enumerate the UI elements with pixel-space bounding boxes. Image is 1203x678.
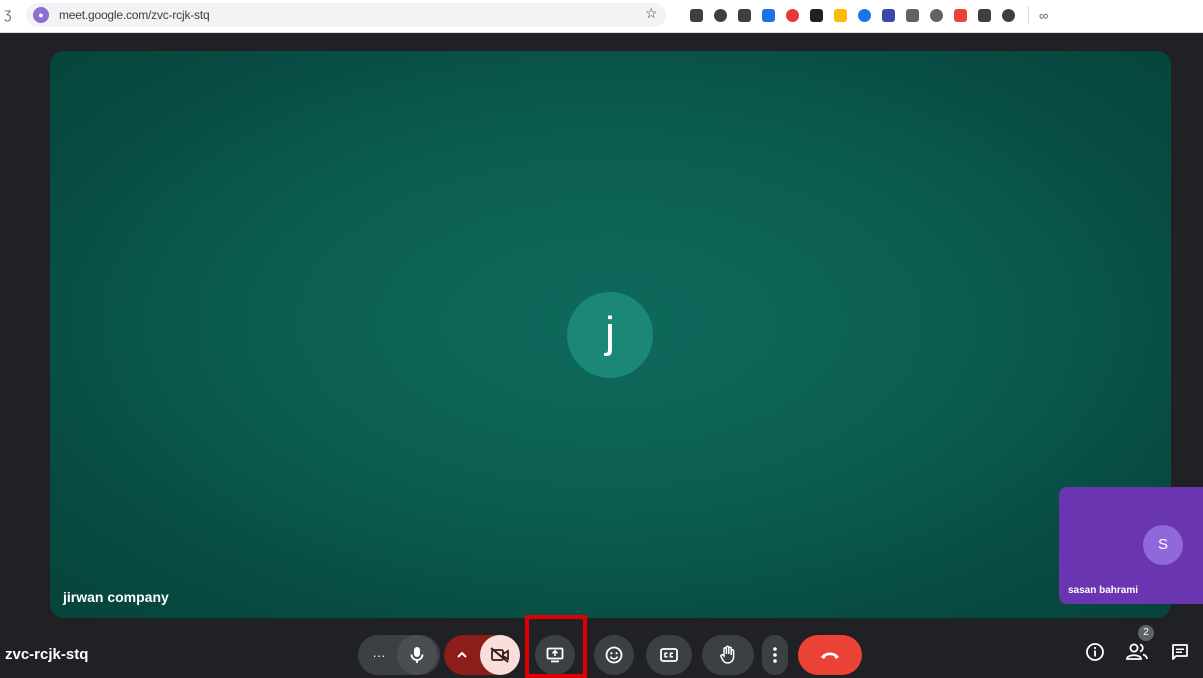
browser-extension-icon[interactable] (738, 8, 751, 22)
bookmark-star-icon[interactable]: ☆ (645, 5, 658, 22)
browser-extension-icon[interactable] (978, 8, 991, 22)
captions-icon (660, 648, 678, 662)
self-avatar: S (1143, 525, 1183, 565)
meeting-code: zvc-rcjk-stq (5, 646, 89, 663)
participant-avatar: j (567, 292, 653, 378)
browser-extension-icon[interactable] (690, 8, 703, 22)
browser-extension-icon[interactable] (954, 8, 967, 22)
reload-icon[interactable]: Ʒ (4, 8, 11, 22)
url-text[interactable]: meet.google.com/zvc-rcjk-stq (59, 8, 210, 22)
audio-control-group: ··· (358, 635, 440, 675)
chat-button[interactable] (1167, 641, 1193, 667)
participant-count-badge: 2 (1138, 625, 1154, 641)
more-options-icon[interactable]: ··· (361, 648, 397, 663)
profile-icon[interactable]: ∞ (1039, 8, 1048, 23)
self-participant-name: sasan bahrami (1068, 585, 1139, 596)
meeting-details-button[interactable] (1082, 641, 1108, 667)
end-call-button[interactable] (798, 635, 862, 675)
emoji-reaction-button[interactable] (594, 635, 634, 675)
chat-icon (1170, 642, 1190, 667)
camera-off-icon[interactable] (480, 635, 520, 675)
meeting-details-icon (1085, 642, 1105, 667)
site-info-icon[interactable]: ● (33, 7, 49, 23)
address-bar[interactable]: ● meet.google.com/zvc-rcjk-stq (26, 3, 666, 27)
participant-name: jirwan company (63, 589, 169, 605)
microphone-icon[interactable] (397, 635, 437, 675)
raise-hand-icon (719, 645, 737, 665)
self-view-tile[interactable]: S sasan bahrami (1059, 487, 1203, 604)
camera-options-chevron-icon[interactable] (444, 651, 480, 659)
camera-control-group (444, 635, 520, 675)
browser-extension-icon[interactable] (882, 8, 895, 22)
browser-extension-icon[interactable] (810, 8, 823, 22)
browser-extension-icon[interactable] (834, 8, 847, 22)
browser-extension-icon[interactable] (858, 8, 871, 22)
more-vert-icon (773, 647, 777, 663)
extension-toolbar: ∞ (690, 6, 1048, 24)
browser-extension-icon[interactable] (714, 8, 727, 22)
browser-toolbar: Ʒ ● meet.google.com/zvc-rcjk-stq ☆ ∞ (0, 0, 1203, 33)
browser-extension-icon[interactable] (906, 8, 919, 22)
toolbar-divider (1028, 6, 1029, 24)
more-options-button[interactable] (762, 635, 788, 675)
emoji-reaction-icon (605, 646, 623, 664)
captions-button[interactable] (646, 635, 692, 675)
highlight-box (525, 615, 587, 678)
browser-extension-icon[interactable] (1002, 8, 1015, 22)
raise-hand-button[interactable] (702, 635, 754, 675)
people-icon (1125, 642, 1149, 667)
browser-extension-icon[interactable] (930, 8, 943, 22)
browser-extension-icon[interactable] (786, 8, 799, 22)
end-call-icon (819, 650, 841, 660)
people-button[interactable] (1124, 641, 1150, 667)
browser-extension-icon[interactable] (762, 8, 775, 22)
main-video-tile: j jirwan company (50, 51, 1171, 618)
